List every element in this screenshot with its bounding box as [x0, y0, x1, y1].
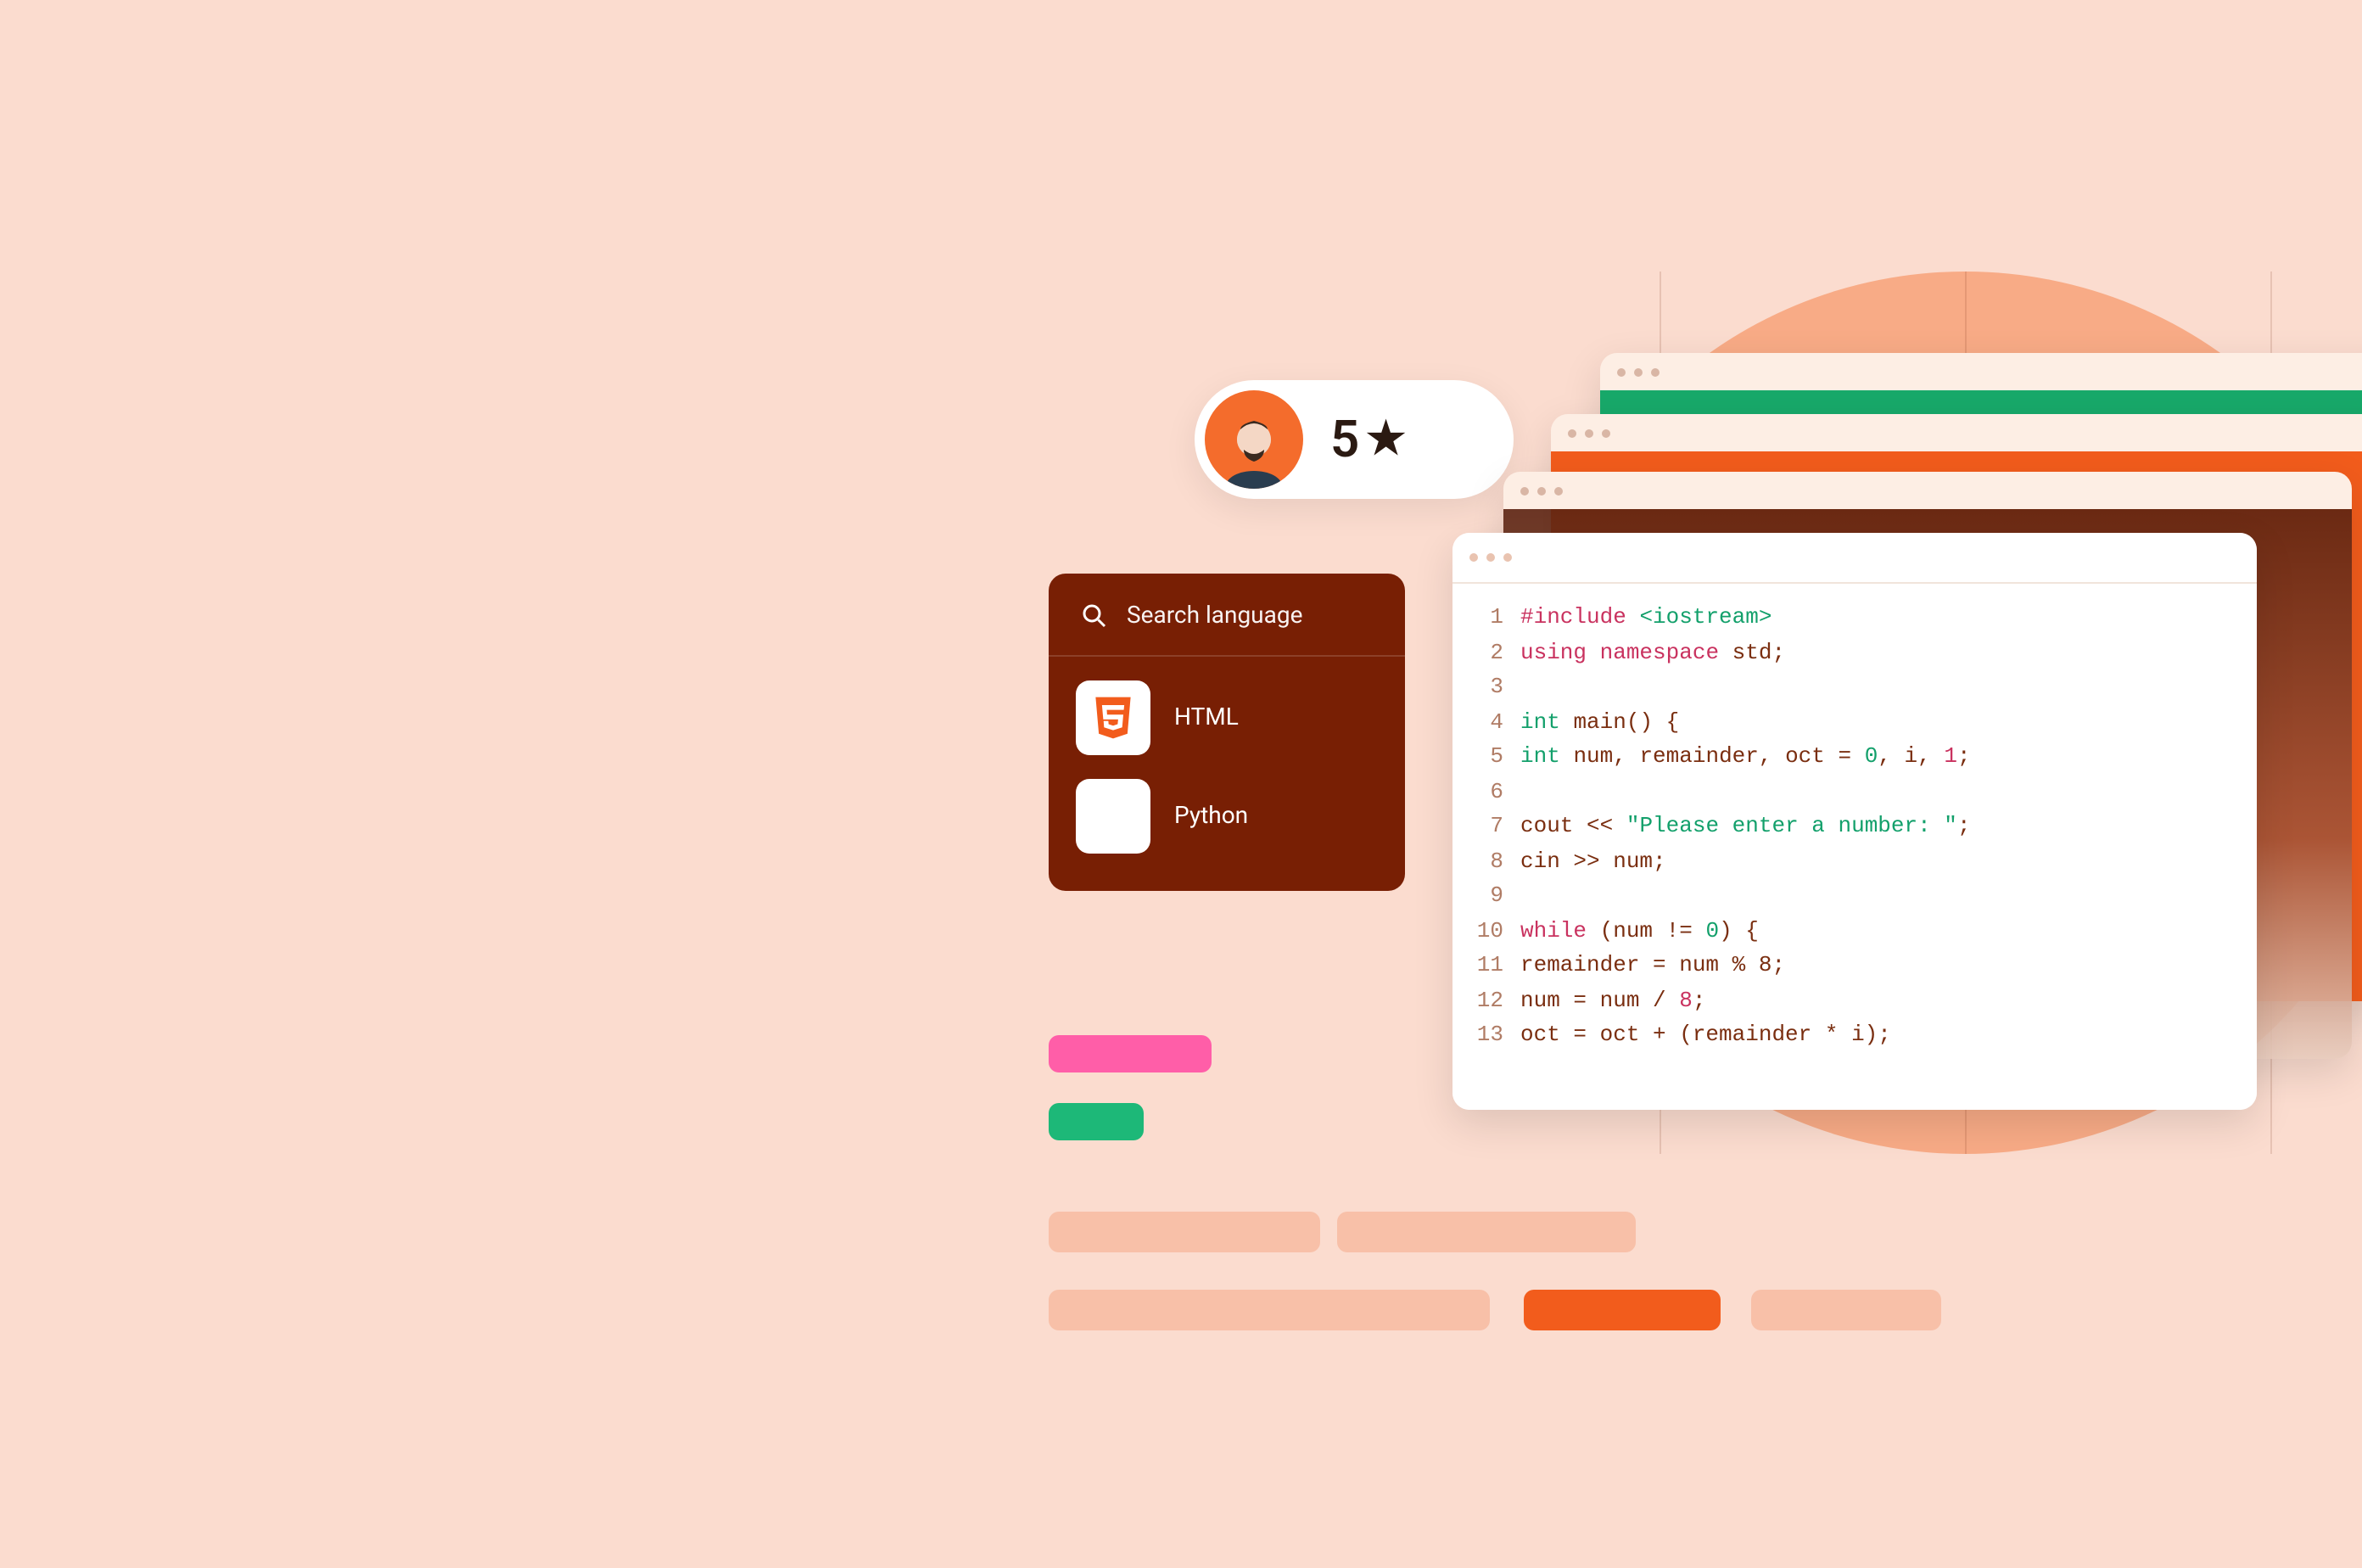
- placeholder-bar: [1524, 1290, 1721, 1330]
- code-line-content: while (num != 0) {: [1520, 914, 1759, 949]
- code-line-content: int main() {: [1520, 705, 1679, 740]
- blank-icon: [1076, 779, 1150, 854]
- line-number: 9: [1473, 879, 1520, 914]
- placeholder-bar: [1049, 1212, 1320, 1252]
- window-chrome: [1600, 353, 2362, 390]
- line-number: 10: [1473, 914, 1520, 949]
- code-line: 7 cout << "Please enter a number: ";: [1473, 809, 2236, 844]
- code-content: 1#include <iostream>2using namespace std…: [1452, 584, 2257, 1070]
- search-placeholder: Search language: [1127, 602, 1302, 630]
- language-sidebar: Search language HTML Python: [1049, 574, 1405, 891]
- window-chrome: [1452, 533, 2257, 584]
- traffic-light-icon: [1503, 553, 1512, 562]
- traffic-light-icon: [1617, 367, 1626, 376]
- traffic-light-icon: [1486, 553, 1495, 562]
- code-line: 3: [1473, 670, 2236, 705]
- placeholder-bar: [1049, 1290, 1490, 1330]
- traffic-light-icon: [1537, 486, 1546, 495]
- line-number: 11: [1473, 949, 1520, 983]
- line-number: 6: [1473, 775, 1520, 809]
- code-line-content: int num, remainder, oct = 0, i, 1;: [1520, 740, 1971, 775]
- code-line-content: remainder = num % 8;: [1520, 949, 1785, 983]
- code-line-content: [1520, 775, 1534, 809]
- line-number: 2: [1473, 636, 1520, 670]
- traffic-light-icon: [1554, 486, 1563, 495]
- code-line: 11 remainder = num % 8;: [1473, 949, 2236, 983]
- placeholder-bar: [1049, 1035, 1212, 1072]
- placeholder-bar: [1049, 1103, 1144, 1140]
- search-icon: [1079, 601, 1110, 631]
- search-input[interactable]: Search language: [1049, 574, 1405, 657]
- line-number: 5: [1473, 740, 1520, 775]
- code-line: 8 cin >> num;: [1473, 844, 2236, 879]
- traffic-light-icon: [1469, 553, 1478, 562]
- placeholder-bar: [1751, 1290, 1941, 1330]
- line-number: 13: [1473, 1018, 1520, 1053]
- sidebar-item-html[interactable]: HTML: [1076, 680, 1378, 755]
- code-line-content: oct = oct + (remainder * i);: [1520, 1018, 1891, 1053]
- placeholder-bar: [1337, 1212, 1636, 1252]
- code-line: 1#include <iostream>: [1473, 601, 2236, 636]
- traffic-light-icon: [1634, 367, 1643, 376]
- code-line: 10 while (num != 0) {: [1473, 914, 2236, 949]
- code-line-content: #include <iostream>: [1520, 601, 1772, 636]
- code-line: 5 int num, remainder, oct = 0, i, 1;: [1473, 740, 2236, 775]
- code-line-content: cout << "Please enter a number: ";: [1520, 809, 1971, 844]
- traffic-light-icon: [1585, 428, 1593, 437]
- sidebar-item-python[interactable]: Python: [1076, 779, 1378, 854]
- code-line: 2using namespace std;: [1473, 636, 2236, 670]
- rating-pill: 5 ★: [1195, 380, 1514, 499]
- window-chrome: [1551, 414, 2362, 451]
- line-number: 3: [1473, 670, 1520, 705]
- code-window: 1#include <iostream>2using namespace std…: [1452, 533, 2257, 1110]
- code-line: 13 oct = oct + (remainder * i);: [1473, 1018, 2236, 1053]
- window-chrome: [1503, 472, 2352, 509]
- line-number: 1: [1473, 601, 1520, 636]
- code-line-content: cin >> num;: [1520, 844, 1666, 879]
- traffic-light-icon: [1520, 486, 1529, 495]
- rating-score: 5: [1330, 410, 1359, 469]
- code-line-content: [1520, 670, 1534, 705]
- traffic-light-icon: [1651, 367, 1660, 376]
- code-line: 9: [1473, 879, 2236, 914]
- code-line-content: [1520, 879, 1534, 914]
- line-number: 8: [1473, 844, 1520, 879]
- sidebar-item-label: HTML: [1174, 704, 1239, 731]
- code-line: 4int main() {: [1473, 705, 2236, 740]
- traffic-light-icon: [1568, 428, 1576, 437]
- code-line: 12 num = num / 8;: [1473, 983, 2236, 1018]
- line-number: 12: [1473, 983, 1520, 1018]
- code-line: 6: [1473, 775, 2236, 809]
- sidebar-item-label: Python: [1174, 803, 1248, 830]
- html5-icon: [1076, 680, 1150, 755]
- code-line-content: num = num / 8;: [1520, 983, 1706, 1018]
- traffic-light-icon: [1602, 428, 1610, 437]
- star-icon: ★: [1366, 414, 1406, 465]
- line-number: 7: [1473, 809, 1520, 844]
- line-number: 4: [1473, 705, 1520, 740]
- avatar: [1205, 390, 1303, 489]
- code-line-content: using namespace std;: [1520, 636, 1785, 670]
